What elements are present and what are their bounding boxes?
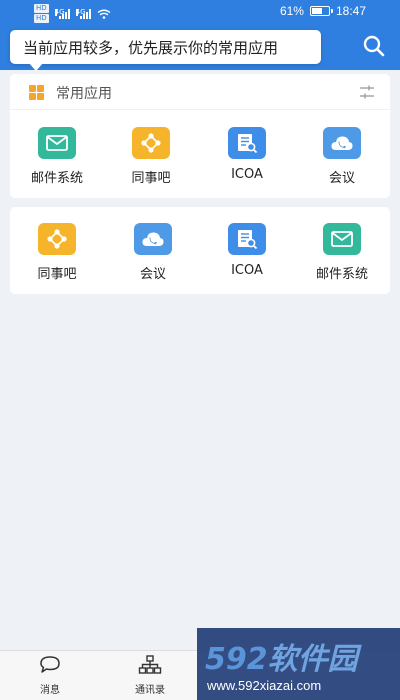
document-search-icon — [228, 223, 266, 255]
common-apps-title: 常用应用 — [56, 86, 112, 102]
search-icon[interactable] — [360, 32, 388, 60]
grid-icon — [29, 85, 44, 100]
app-mail[interactable]: 邮件系统 — [297, 223, 387, 285]
app-mail[interactable]: 邮件系统 — [12, 127, 102, 189]
app-colleague[interactable]: 同事吧 — [12, 223, 102, 285]
tooltip-text: 当前应用较多，优先展示你的常用应用 — [23, 38, 279, 57]
app-icoa[interactable]: ICOA — [202, 127, 292, 189]
nav-messages[interactable]: 消息 — [10, 651, 90, 700]
frequent-apps-tooltip: 当前应用较多，优先展示你的常用应用 — [10, 30, 321, 64]
nav-contacts[interactable]: 通讯录 — [110, 651, 190, 700]
sort-settings-icon[interactable] — [359, 85, 375, 99]
app-label: 会议 — [328, 171, 355, 186]
clock: 18:47 — [335, 4, 366, 18]
share-icon — [38, 223, 76, 255]
app-label: 同事吧 — [131, 171, 171, 186]
battery-icon — [309, 6, 333, 16]
common-apps-card: 常用应用 邮件系统 同事吧 ICOA 会议 — [10, 74, 390, 198]
app-label: 邮件系统 — [30, 171, 83, 186]
app-meeting[interactable]: 会议 — [297, 127, 387, 189]
app-label: ICOA — [231, 263, 263, 278]
mail-icon — [38, 127, 76, 159]
app-icoa[interactable]: ICOA — [202, 223, 292, 285]
status-bar: HD HD 4G 4G 61% 18:47 — [0, 0, 400, 24]
battery-percent: 61% — [279, 4, 304, 18]
watermark-logo: 592软件园 — [205, 642, 358, 677]
app-label: 同事吧 — [37, 267, 77, 282]
org-chart-icon — [138, 655, 162, 674]
signal-2-icon: 4G — [75, 8, 91, 19]
signal-1-icon: 4G — [54, 8, 70, 19]
share-icon — [132, 127, 170, 159]
watermark: 592软件园 www.592xiazai.com — [197, 628, 400, 700]
all-apps-card: 同事吧 会议 ICOA 邮件系统 — [10, 207, 390, 294]
app-label: 会议 — [139, 267, 166, 282]
cloud-phone-icon — [323, 127, 361, 159]
hd-badges: HD HD — [34, 4, 49, 23]
app-meeting[interactable]: 会议 — [108, 223, 198, 285]
wifi-icon — [97, 9, 111, 19]
cloud-phone-icon — [134, 223, 172, 255]
app-label: 邮件系统 — [315, 267, 368, 282]
app-label: ICOA — [231, 167, 263, 182]
tooltip-arrow — [28, 62, 44, 71]
app-colleague[interactable]: 同事吧 — [106, 127, 196, 189]
watermark-url: www.592xiazai.com — [207, 678, 322, 693]
common-apps-header: 常用应用 — [10, 74, 390, 110]
signal-indicators: HD HD 4G 4G — [34, 4, 111, 23]
nav-label: 通讯录 — [135, 685, 165, 696]
mail-icon — [323, 223, 361, 255]
nav-label: 消息 — [40, 685, 60, 696]
status-right: 61% 18:47 — [280, 4, 366, 18]
document-search-icon — [228, 127, 266, 159]
chat-bubble-icon — [40, 656, 60, 673]
